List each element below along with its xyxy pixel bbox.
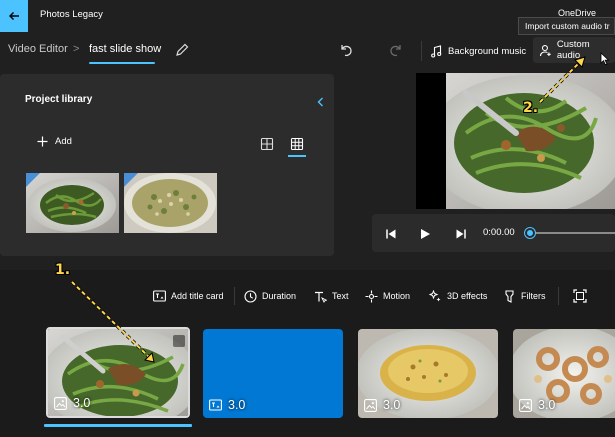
undo-icon [341, 45, 352, 57]
arrow-left-icon [9, 12, 19, 20]
rename-button[interactable] [174, 42, 190, 58]
toolbar-divider [558, 287, 559, 305]
custom-audio-tooltip: Import custom audio tr [518, 17, 615, 35]
playback-bar: 0:00.00 [372, 214, 615, 252]
next-frame-button[interactable] [454, 226, 468, 240]
add-media-label: Add [55, 136, 72, 147]
background-music-label: Background music [448, 45, 527, 57]
selection-corner [124, 173, 138, 187]
toolbar-divider [234, 287, 235, 305]
motion-icon [365, 290, 378, 302]
motion-label: Motion [383, 291, 411, 301]
annotation-step-2: 2. [523, 100, 539, 116]
storyboard-panel: Add title card Duration Text Motion 3D e… [0, 270, 615, 437]
clip-duration-value: 3.0 [228, 398, 246, 412]
pencil-icon [176, 43, 189, 56]
redo-button[interactable] [388, 42, 404, 58]
view-mode-indicator [288, 155, 306, 157]
storyboard-clip[interactable]: 3.0 [203, 329, 343, 418]
toolbar-divider [421, 41, 422, 61]
clip-duration-value: 3.0 [73, 396, 91, 410]
large-thumbnails-button[interactable] [260, 136, 274, 151]
text-label: Text [332, 291, 349, 301]
grid-large-icon [260, 137, 274, 151]
project-library-panel: Project library Add [0, 74, 334, 256]
redo-icon [390, 45, 401, 57]
clock-icon [244, 289, 257, 303]
motion-button[interactable]: Motion [365, 288, 410, 304]
previous-frame-icon [386, 229, 396, 239]
duration-label: Duration [262, 291, 297, 301]
custom-audio-icon [539, 44, 551, 56]
back-button[interactable] [0, 0, 28, 32]
add-title-card-button[interactable]: Add title card [153, 288, 224, 304]
mouse-pointer-icon [600, 52, 610, 66]
small-thumbnails-button[interactable] [290, 136, 304, 151]
3d-effects-button[interactable]: 3D effects [429, 288, 487, 304]
storyboard-clip[interactable]: 3.0 [46, 327, 190, 418]
seek-thumb[interactable] [525, 228, 535, 238]
collapse-library-button[interactable] [315, 93, 327, 107]
filters-label: Filters [521, 291, 546, 301]
image-icon [364, 398, 377, 412]
storyboard-clip[interactable]: 3.0 [358, 329, 498, 418]
selection-corner [26, 173, 40, 187]
duration-button[interactable]: Duration [244, 288, 296, 304]
image-icon [519, 398, 532, 412]
text-icon [315, 291, 327, 303]
playback-time: 0:00.00 [483, 227, 515, 238]
3d-effects-label: 3D effects [447, 291, 488, 301]
seek-track[interactable] [528, 232, 615, 234]
editor-toolbar: Video Editor > fast slide show Backgroun… [0, 32, 615, 70]
text-button[interactable]: Text [314, 288, 349, 304]
sparkle-icon [429, 289, 441, 301]
background-music-button[interactable]: Background music [430, 40, 526, 62]
clip-duration-value: 3.0 [383, 398, 401, 412]
play-icon [421, 229, 430, 239]
library-item-photo[interactable] [124, 173, 217, 233]
next-frame-icon [456, 229, 466, 239]
filters-button[interactable]: Filters [503, 288, 546, 304]
music-note-icon [431, 44, 442, 58]
plus-icon [37, 136, 48, 147]
clip-duration-value: 3.0 [538, 398, 556, 412]
clip-duration: 3.0 [54, 396, 90, 410]
image-icon [54, 396, 67, 410]
clip-duration: 3.0 [209, 398, 245, 412]
selected-clip-indicator [44, 424, 192, 427]
clip-duration: 3.0 [364, 398, 400, 412]
fullscreen-icon [573, 289, 587, 303]
breadcrumb-project-name[interactable]: fast slide show [89, 43, 161, 55]
chevron-left-icon [317, 97, 323, 107]
previous-frame-button[interactable] [384, 226, 398, 240]
add-title-card-label: Add title card [171, 291, 224, 301]
breadcrumb-underline [89, 62, 155, 64]
add-media-button[interactable]: Add [37, 136, 72, 147]
title-card-icon [209, 399, 222, 411]
undo-button[interactable] [338, 42, 354, 58]
play-button[interactable] [418, 226, 432, 240]
breadcrumb-separator: > [73, 43, 80, 55]
video-preview[interactable] [416, 73, 615, 209]
title-card-icon [153, 290, 166, 302]
clip-duration: 3.0 [519, 398, 555, 412]
grid-small-icon [290, 137, 304, 151]
preview-frame-image [446, 73, 615, 209]
annotation-step-1: 1. [55, 262, 71, 278]
expand-storyboard-button[interactable] [573, 288, 587, 303]
project-library-title: Project library [25, 94, 93, 105]
filter-icon [505, 289, 514, 303]
library-item-photo[interactable] [26, 173, 119, 233]
app-title: Photos Legacy [40, 9, 103, 20]
breadcrumb-video-editor[interactable]: Video Editor [8, 43, 68, 55]
storyboard-clip[interactable]: 3.0 [513, 329, 615, 418]
